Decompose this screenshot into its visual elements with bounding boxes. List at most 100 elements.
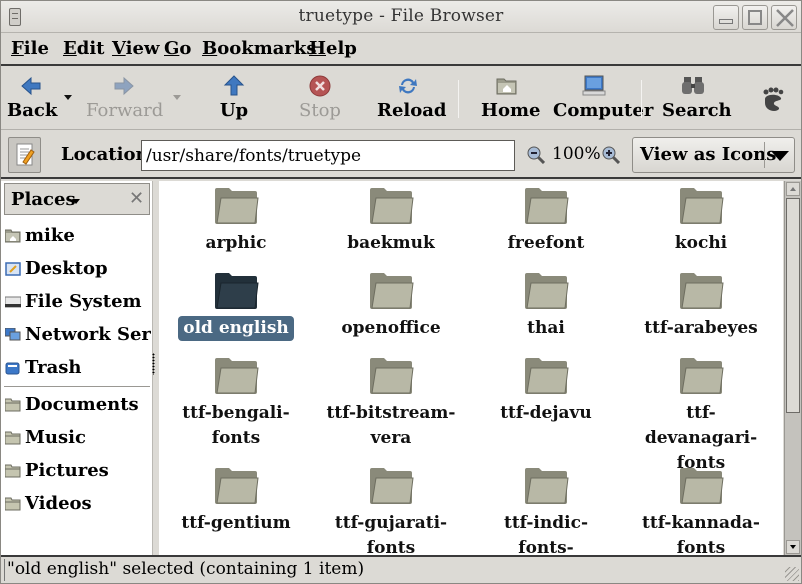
view-mode-select[interactable]: View as Icons	[632, 137, 795, 173]
pane-resize-handle[interactable]	[152, 353, 155, 375]
resize-grip[interactable]	[785, 567, 799, 581]
computer-label: Computer	[553, 100, 654, 121]
computer-button[interactable]: Computer	[553, 74, 654, 126]
folder-name: ttf-gujarati-fonts	[334, 513, 448, 555]
forward-history-dropdown[interactable]	[173, 95, 181, 100]
sidebar-item-network-servers[interactable]: Network Servers	[5, 323, 151, 347]
sidebar-item-mike[interactable]: mike	[5, 224, 151, 248]
zoom-out-icon[interactable]	[527, 146, 545, 164]
search-label: Search	[662, 100, 732, 121]
edit-note-icon	[16, 143, 35, 166]
sidebar-item-music[interactable]: Music	[5, 426, 151, 450]
folder-item[interactable]: arphic	[159, 187, 313, 256]
sidebar-item-label: Music	[25, 427, 86, 448]
zoom-level[interactable]: 100%	[552, 144, 601, 164]
folder-item[interactable]: ttf-dejavu	[469, 357, 623, 426]
folder-item[interactable]: ttf-bengali-fonts	[159, 357, 313, 451]
folder-icon	[5, 497, 21, 511]
places-sidebar: Places ✕ mike Desktop File System Networ…	[1, 181, 153, 555]
toolbar-separator	[458, 80, 459, 118]
location-input[interactable]	[141, 140, 515, 171]
folder-item[interactable]: ttf-gentium	[159, 467, 313, 536]
folder-icon	[215, 188, 259, 224]
sidebar-item-desktop[interactable]: Desktop	[5, 257, 151, 281]
back-history-dropdown[interactable]	[64, 95, 72, 100]
menu-help[interactable]: Help	[309, 38, 357, 59]
folder-item[interactable]: old english	[159, 272, 313, 341]
folder-icon	[525, 358, 569, 394]
folder-icon	[680, 188, 724, 224]
sidebar-item-documents[interactable]: Documents	[5, 393, 151, 417]
harddisk-icon	[5, 296, 21, 308]
folder-item[interactable]: ttf-bitstream-vera	[314, 357, 468, 451]
minimize-button[interactable]	[713, 5, 739, 30]
folder-name: ttf-kannada-fonts	[642, 513, 760, 555]
folder-item[interactable]: openoffice	[314, 272, 468, 341]
sidebar-item-videos[interactable]: Videos	[5, 492, 151, 516]
forward-button[interactable]: Forward	[86, 74, 163, 126]
reload-icon	[399, 78, 417, 94]
chevron-down-icon[interactable]	[72, 199, 80, 204]
title-bar[interactable]: truetype - File Browser	[1, 1, 801, 33]
folder-icon	[525, 188, 569, 224]
trash-icon	[5, 362, 20, 375]
reload-label: Reload	[377, 100, 447, 121]
scroll-up-button[interactable]	[786, 182, 800, 196]
arrow-up-icon	[223, 75, 245, 96]
folder-name: kochi	[674, 233, 728, 253]
maximize-button[interactable]	[742, 5, 768, 30]
folder-item[interactable]: ttf-gujarati-fonts	[314, 467, 468, 555]
folder-item[interactable]: freefont	[469, 187, 623, 256]
folder-icon	[215, 358, 259, 394]
folder-item[interactable]: thai	[469, 272, 623, 341]
search-button[interactable]: Search	[662, 74, 732, 126]
zoom-in-icon[interactable]	[602, 146, 620, 164]
sidebar-item-trash[interactable]: Trash	[5, 356, 151, 380]
folder-item[interactable]: ttf-indic-fonts-core	[469, 467, 623, 555]
menu-bookmarks[interactable]: Bookmarks	[202, 38, 317, 59]
vertical-scrollbar[interactable]	[784, 181, 801, 555]
folder-icon	[5, 431, 21, 445]
binoculars-icon	[682, 77, 704, 94]
home-folder-icon	[5, 229, 21, 243]
folder-icon	[680, 358, 724, 394]
stop-button[interactable]: Stop	[295, 74, 345, 126]
sidebar-type-select[interactable]: Places	[11, 189, 76, 210]
toggle-location-entry-button[interactable]	[8, 137, 41, 173]
folder-icon	[680, 468, 724, 504]
folder-item[interactable]: baekmuk	[314, 187, 468, 256]
menu-go[interactable]: Go	[164, 38, 191, 59]
window-title: truetype - File Browser	[298, 6, 504, 26]
status-text: "old english" selected (containing 1 ite…	[4, 559, 364, 581]
folder-icon	[525, 468, 569, 504]
folder-name: arphic	[205, 233, 267, 253]
up-label: Up	[219, 100, 249, 121]
scroll-down-button[interactable]	[786, 540, 800, 554]
reload-button[interactable]: Reload	[377, 74, 447, 126]
arrow-right-icon	[114, 76, 134, 96]
menu-file[interactable]: File	[11, 38, 49, 59]
close-button[interactable]	[771, 5, 797, 30]
folder-icon	[5, 464, 21, 478]
folder-item[interactable]: ttf-arabeyes	[624, 272, 778, 341]
sidebar-item-pictures[interactable]: Pictures	[5, 459, 151, 483]
sidebar-item-label: Trash	[25, 357, 82, 378]
folder-icon	[370, 358, 414, 394]
folder-item[interactable]: ttf-kannada-fonts	[624, 467, 778, 555]
close-sidebar-icon[interactable]: ✕	[129, 188, 144, 209]
folder-item[interactable]: ttf-devanagari-fonts	[624, 357, 778, 476]
chevron-down-icon	[771, 151, 789, 161]
folder-name: ttf-arabeyes	[644, 318, 758, 338]
folder-icon	[525, 273, 569, 309]
back-button[interactable]: Back	[7, 74, 57, 126]
folder-item[interactable]: kochi	[624, 187, 778, 256]
file-icon-view[interactable]: arphic baekmuk freefont kochi old english ope…	[159, 181, 783, 555]
folder-name: old english	[178, 316, 294, 341]
sidebar-item-file-system[interactable]: File System	[5, 290, 151, 314]
up-button[interactable]: Up	[211, 74, 257, 126]
sidebar-item-label: Pictures	[25, 460, 109, 481]
menu-view[interactable]: View	[112, 38, 159, 59]
scroll-thumb[interactable]	[786, 198, 800, 413]
menu-edit[interactable]: Edit	[63, 38, 104, 59]
home-button[interactable]: Home	[481, 74, 541, 126]
